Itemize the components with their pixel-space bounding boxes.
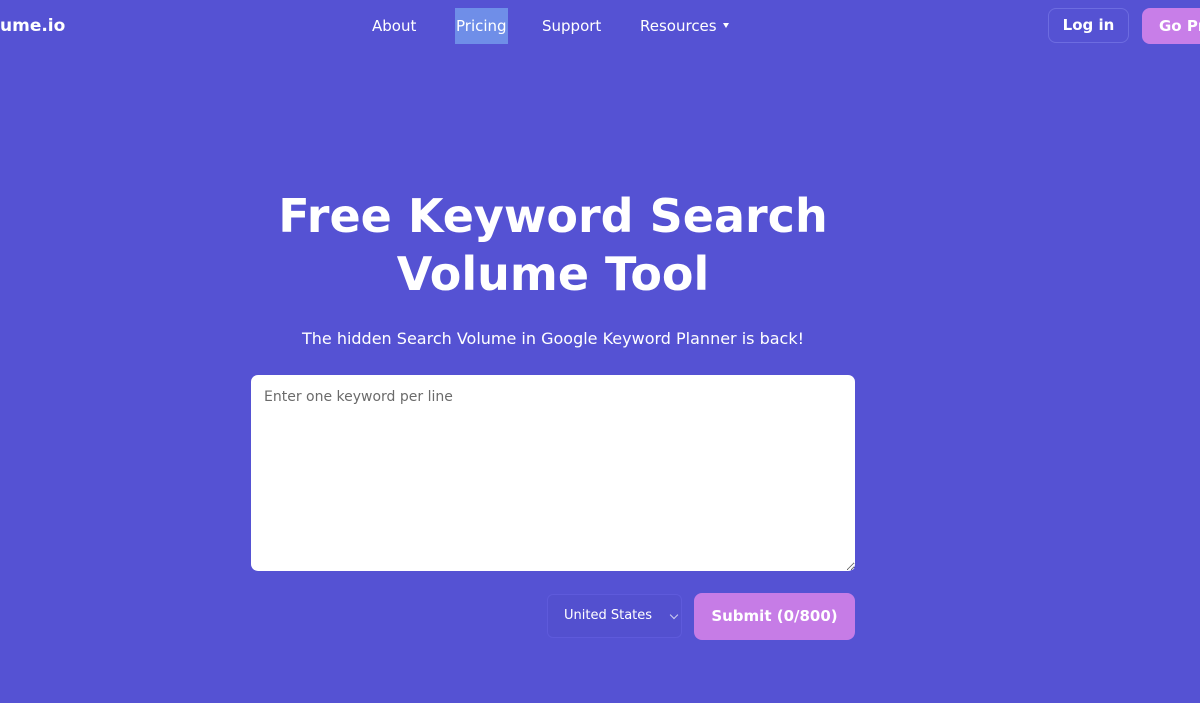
keywords-input[interactable] bbox=[251, 375, 855, 571]
chevron-down-icon bbox=[669, 610, 679, 620]
page-title-line-2: Volume Tool bbox=[396, 247, 710, 301]
nav-link-resources[interactable]: Resources bbox=[640, 8, 729, 44]
page-title-line-1: Free Keyword Search bbox=[278, 189, 828, 243]
page-title: Free Keyword Search Volume Tool bbox=[0, 187, 1106, 303]
caret-down-icon bbox=[722, 23, 729, 28]
go-pro-button[interactable]: Go Pr bbox=[1142, 8, 1200, 44]
nav-link-about[interactable]: About bbox=[372, 8, 416, 44]
nav-link-support[interactable]: Support bbox=[542, 8, 601, 44]
nav-link-pricing[interactable]: Pricing bbox=[455, 8, 508, 44]
country-select[interactable]: United States bbox=[547, 594, 682, 638]
top-nav: About Pricing Support Resources bbox=[0, 8, 1200, 44]
country-select-value: United States bbox=[564, 608, 653, 623]
page-subtitle: The hidden Search Volume in Google Keywo… bbox=[301, 329, 805, 348]
submit-button[interactable]: Submit (0/800) bbox=[694, 593, 855, 640]
nav-link-resources-label: Resources bbox=[640, 17, 717, 35]
login-button[interactable]: Log in bbox=[1048, 8, 1129, 43]
